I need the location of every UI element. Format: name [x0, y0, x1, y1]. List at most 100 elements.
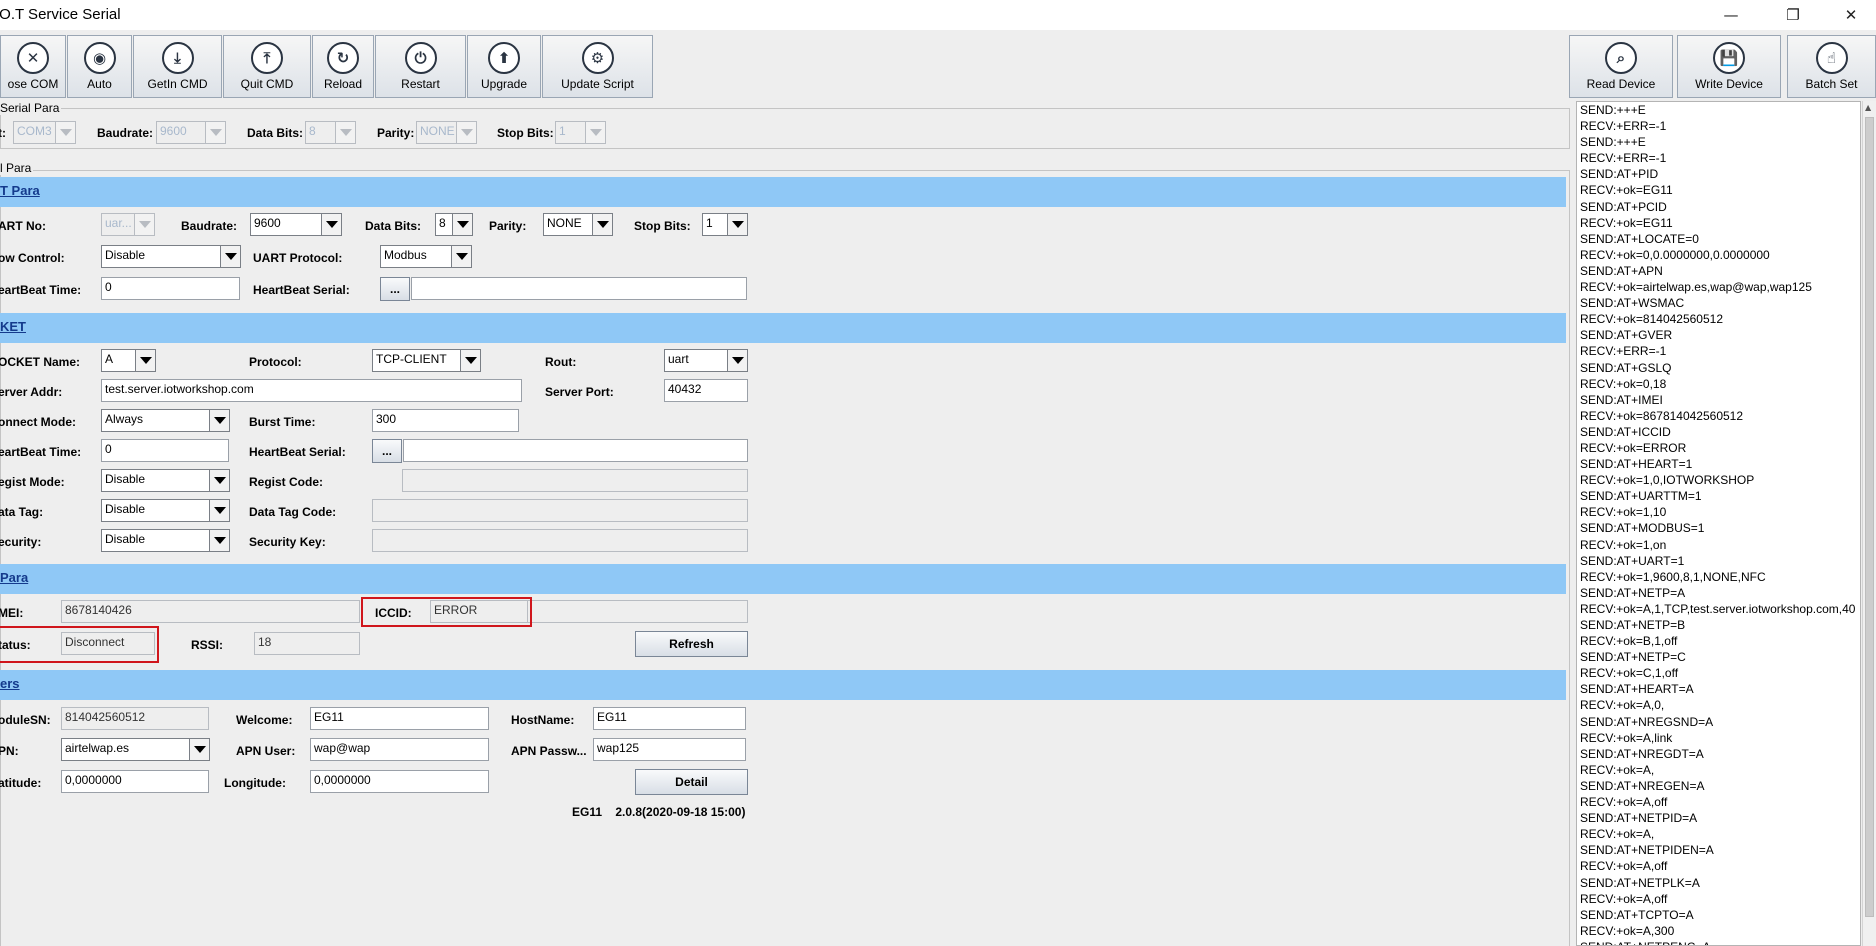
log-line: SEND:AT+APN: [1580, 263, 1663, 278]
apn-user-label: APN User:: [236, 744, 296, 758]
regist-code-input[interactable]: [402, 469, 748, 492]
maximize-button[interactable]: ❐: [1770, 0, 1816, 30]
log-line: SEND:+++E: [1580, 103, 1646, 117]
apn-select[interactable]: airtelwap.es: [61, 738, 210, 761]
serial-databits-select[interactable]: 8: [305, 121, 356, 144]
status-input[interactable]: Disconnect: [61, 632, 155, 655]
rssi-input[interactable]: 18: [254, 632, 360, 655]
toolbar-button-4[interactable]: ↻ Reload: [312, 35, 374, 98]
log-line: RECV:+ok=EG11: [1580, 183, 1673, 198]
toolbar-right-button-2[interactable]: ☝ Batch Set: [1787, 35, 1876, 98]
chevron-down-icon: [189, 739, 209, 760]
security-key-input[interactable]: [372, 529, 748, 552]
uart-heartbeat-serial-input[interactable]: [411, 277, 747, 300]
longitude-input[interactable]: 0,0000000: [310, 770, 489, 793]
socket-name-label: OCKET Name:: [0, 355, 81, 369]
imei-input[interactable]: 8678140426: [61, 600, 360, 623]
rout-label: Rout:: [545, 355, 577, 369]
toolbar-button-3[interactable]: ⤒ Quit CMD: [223, 35, 311, 98]
rout-select[interactable]: uart: [664, 349, 748, 372]
scroll-thumb[interactable]: [1865, 117, 1874, 917]
toolbar-button-1[interactable]: ◉ Auto: [67, 35, 132, 98]
longitude-label: Longitude:: [224, 776, 286, 790]
server-port-input[interactable]: 40432: [664, 379, 748, 402]
toolbar-button-5[interactable]: ⏻ Restart: [375, 35, 466, 98]
serial-port-select[interactable]: COM3: [13, 121, 76, 144]
data-tag-code-input[interactable]: [372, 499, 748, 522]
log-line: SEND:AT+WSMAC: [1580, 296, 1685, 311]
socket-heartbeat-serial-label: HeartBeat Serial:: [249, 445, 346, 459]
module-sn-input[interactable]: 814042560512: [61, 707, 209, 730]
uart-databits-select[interactable]: 8: [435, 213, 473, 236]
welcome-input[interactable]: EG11: [310, 707, 489, 730]
chevron-down-icon: [592, 214, 612, 235]
detail-button[interactable]: Detail: [635, 769, 748, 795]
log-line: SEND:AT+NREGEN=A: [1580, 778, 1705, 793]
log-scrollbar[interactable]: ▲: [1862, 101, 1876, 946]
chevron-down-icon: [585, 122, 605, 143]
chevron-down-icon: [205, 122, 225, 143]
toolbar-icon: ↻: [327, 42, 359, 74]
log-line: RECV:+ok=1,on: [1580, 537, 1667, 552]
uart-parity-label: Parity:: [489, 219, 527, 233]
toolbar-button-0[interactable]: ✕ ose COM: [0, 35, 66, 98]
socket-protocol-select[interactable]: TCP-CLIENT: [372, 349, 481, 372]
toolbar-right-button-1[interactable]: 💾 Write Device: [1677, 35, 1781, 98]
serial-baud-select[interactable]: 9600: [156, 121, 226, 144]
log-line: SEND:AT+NETPID=A: [1580, 811, 1698, 826]
regist-mode-select[interactable]: Disable: [101, 469, 230, 492]
minimize-button[interactable]: —: [1708, 0, 1754, 30]
log-line: RECV:+ERR=-1: [1580, 119, 1667, 134]
log-line: RECV:+ERR=-1: [1580, 344, 1667, 359]
chevron-down-icon: [335, 122, 355, 143]
server-addr-input[interactable]: test.server.iotworkshop.com: [101, 379, 522, 402]
burst-time-label: Burst Time:: [249, 415, 316, 429]
toolbar-button-2[interactable]: ⤓ GetIn CMD: [133, 35, 222, 98]
socket-name-select[interactable]: A: [101, 349, 156, 372]
connect-mode-select[interactable]: Always: [101, 409, 230, 432]
apn-password-input[interactable]: wap125: [593, 738, 746, 761]
hostname-input[interactable]: EG11: [593, 707, 746, 730]
toolbar-icon: ⬆: [488, 42, 520, 74]
socket-heartbeat-time-label: eartBeat Time:: [0, 445, 82, 459]
iccid-input[interactable]: ERROR: [430, 600, 528, 623]
flow-control-select[interactable]: Disable: [101, 245, 241, 268]
serial-stopbits-select[interactable]: 1: [555, 121, 606, 144]
toolbar-icon: ⏻: [404, 42, 437, 74]
log-line: SEND:AT+GSLQ: [1580, 360, 1672, 375]
socket-heartbeat-serial-input[interactable]: [403, 439, 748, 462]
apn-user-input[interactable]: wap@wap: [310, 738, 489, 761]
scroll-up-icon[interactable]: ▲: [1865, 103, 1874, 113]
toolbar-button-7[interactable]: ⚙ Update Script: [542, 35, 653, 98]
uart-heartbeat-time-input[interactable]: 0: [101, 277, 240, 300]
others-section-title: ers: [0, 676, 20, 691]
burst-time-input[interactable]: 300: [372, 409, 519, 432]
socket-heartbeat-serial-button[interactable]: ...: [372, 439, 402, 463]
server-port-label: Server Port:: [545, 385, 614, 399]
close-button[interactable]: ✕: [1828, 0, 1874, 30]
uart-baud-select[interactable]: 9600: [250, 213, 342, 236]
uart-parity-select[interactable]: NONE: [543, 213, 613, 236]
uart-stopbits-select[interactable]: 1: [702, 213, 748, 236]
toolbar-button-label: Batch Set: [1805, 77, 1858, 91]
log-line: RECV:+ok=A,300: [1580, 923, 1675, 938]
serial-parity-select[interactable]: NONE: [416, 121, 477, 144]
data-tag-select[interactable]: Disable: [101, 499, 230, 522]
uart-protocol-label: UART Protocol:: [253, 251, 343, 265]
iccid-label: ICCID:: [375, 606, 412, 620]
toolbar-right-button-0[interactable]: ⌕ Read Device: [1569, 35, 1673, 98]
log-line: RECV:+ok=A,: [1580, 827, 1655, 842]
serial-log-panel[interactable]: SEND:+++E RECV:+ERR=-1 SEND:+++E RECV:+ERR=…: [1576, 101, 1861, 946]
latitude-input[interactable]: 0,0000000: [61, 770, 209, 793]
chevron-down-icon: [727, 350, 747, 371]
toolbar-button-6[interactable]: ⬆ Upgrade: [467, 35, 541, 98]
window-title: .O.T Service Serial: [0, 6, 121, 23]
socket-heartbeat-time-input[interactable]: 0: [101, 439, 229, 462]
toolbar-icon: ⤓: [161, 42, 194, 74]
security-select[interactable]: Disable: [101, 529, 230, 552]
toolbar-button-label: Upgrade: [480, 77, 528, 91]
uart-no-select[interactable]: uar...: [101, 213, 155, 236]
uart-heartbeat-serial-button[interactable]: ...: [380, 277, 410, 301]
uart-protocol-select[interactable]: Modbus: [380, 245, 472, 268]
refresh-button[interactable]: Refresh: [635, 631, 748, 657]
